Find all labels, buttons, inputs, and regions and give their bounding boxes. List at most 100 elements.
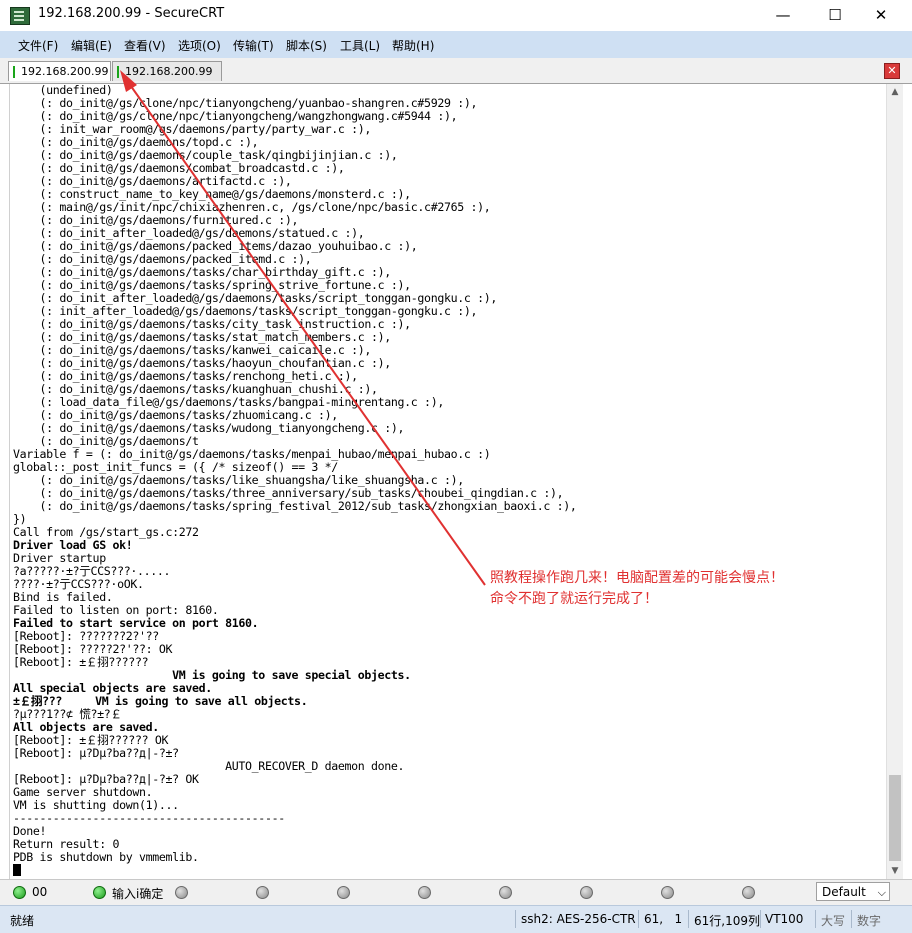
terminal-line: Call from /gs/start_gs.c:272 xyxy=(13,525,199,539)
annotation-note: 照教程操作跑几来！电脑配置差的可能会慢点！ 命令不跑了就运行完成了！ xyxy=(490,568,784,610)
scrollbar-thumb[interactable] xyxy=(889,775,901,861)
terminal-line: (: do_init@/gs/daemons/tasks/renchong_he… xyxy=(13,369,359,383)
menu-file[interactable]: 文件(F) xyxy=(18,37,58,54)
button-bar: 00 输入i确定 Default ⌵ xyxy=(0,879,912,905)
session-select-value: Default xyxy=(822,885,866,899)
status-caps-lock: 大写 xyxy=(821,914,846,928)
securecrt-app-icon xyxy=(10,7,30,25)
session-tab-bar: 192.168.200.99 192.168.200.99 (1) xyxy=(0,58,912,98)
terminal-line: ±￡挧??? VM is going to save all objects. xyxy=(13,694,308,708)
background-window-edge-right xyxy=(903,84,912,880)
menu-transfer[interactable]: 传输(T) xyxy=(233,37,274,54)
connected-indicator-icon xyxy=(13,66,15,78)
session-tab-1[interactable]: 192.168.200.99 xyxy=(8,61,111,81)
terminal-line: (: do_init@/gs/daemons/combat_broadcastd… xyxy=(13,161,345,175)
button-led-icon[interactable] xyxy=(256,886,269,899)
button-led-icon[interactable] xyxy=(175,886,188,899)
button-led-icon[interactable] xyxy=(661,886,674,899)
button-led-icon[interactable] xyxy=(499,886,512,899)
terminal-line: (: do_init@/gs/daemons/tasks/spring_stri… xyxy=(13,278,412,292)
terminal-line: (: do_init@/gs/daemons/tasks/spring_fest… xyxy=(13,499,577,513)
status-divider xyxy=(688,910,689,928)
menu-edit[interactable]: 编辑(E) xyxy=(71,37,112,54)
minimize-button[interactable]: — xyxy=(760,0,806,31)
button-led-icon[interactable] xyxy=(93,886,106,899)
button-led-icon[interactable] xyxy=(580,886,593,899)
button-led-icon[interactable] xyxy=(337,886,350,899)
status-divider xyxy=(815,910,816,928)
terminal-line: ????·±?亍CCS???·oOK. xyxy=(13,577,144,591)
menu-view[interactable]: 查看(V) xyxy=(124,37,166,54)
scroll-down-arrow-icon[interactable]: ▼ xyxy=(887,863,903,879)
status-cipher: ssh2: AES-256-CTR xyxy=(521,912,636,926)
terminal-line: (: construct_name_to_key_name@/gs/daemon… xyxy=(13,187,412,201)
terminal-line: All objects are saved. xyxy=(13,720,159,734)
menu-help[interactable]: 帮助(H) xyxy=(392,37,434,54)
terminal-line: [Reboot]: ±￡挧?????? xyxy=(13,655,149,669)
terminal-line: (: do_init@/gs/clone/npc/tianyongcheng/y… xyxy=(13,96,478,110)
terminal-cursor xyxy=(13,864,21,876)
close-tab-icon[interactable]: ✕ xyxy=(884,63,900,79)
annotation-line-1: 照教程操作跑几来！电脑配置差的可能会慢点！ xyxy=(490,570,784,586)
menu-tools[interactable]: 工具(L) xyxy=(340,37,380,54)
terminal-line: (: do_init@/gs/daemons/tasks/char_birthd… xyxy=(13,265,392,279)
terminal-line: (: do_init@/gs/daemons/tasks/stat_match_… xyxy=(13,330,392,344)
terminal-line: [Reboot]: μ?Dμ?ba??д|-?±? xyxy=(13,746,179,760)
terminal-line: [Reboot]: μ?Dμ?ba??д|-?±? OK xyxy=(13,772,199,786)
terminal-line: Done! xyxy=(13,824,47,838)
terminal-line: PDB is shutdown by vmmemlib. xyxy=(13,850,199,864)
status-cursor-position: 61, 1 xyxy=(644,912,683,926)
terminal-line: Game server shutdown. xyxy=(13,785,153,799)
terminal-line: [Reboot]: ?????2?'??: OK xyxy=(13,642,173,656)
terminal-output[interactable]: (undefined) (: do_init@/gs/clone/npc/tia… xyxy=(10,84,885,879)
close-window-button[interactable]: ✕ xyxy=(858,0,904,31)
terminal-line: (: do_init@/gs/daemons/furnitured.c :), xyxy=(13,213,299,227)
terminal-line: (: do_init@/gs/daemons/tasks/haoyun_chou… xyxy=(13,356,392,370)
terminal-line: (: load_data_file@/gs/daemons/tasks/bang… xyxy=(13,395,445,409)
title-bar: 192.168.200.99 - SecureCRT — ☐ ✕ xyxy=(0,0,912,31)
menu-bar: 文件(F) 编辑(E) 查看(V) 选项(O) 传输(T) 脚本(S) 工具(L… xyxy=(0,31,912,59)
button-led-icon[interactable] xyxy=(418,886,431,899)
terminal-line: global::_post_init_funcs = ({ /* sizeof(… xyxy=(13,460,338,474)
terminal-line: (: do_init@/gs/daemons/t xyxy=(13,434,199,448)
button-bar-label-2[interactable]: 输入i确定 xyxy=(112,885,163,902)
terminal-line: (: do_init@/gs/clone/npc/tianyongcheng/w… xyxy=(13,109,458,123)
button-led-icon[interactable] xyxy=(13,886,26,899)
status-emulation: VT100 xyxy=(765,912,804,926)
terminal-line: (: do_init@/gs/daemons/artifactd.c :), xyxy=(13,174,292,188)
terminal-line: (: do_init@/gs/daemons/topd.c :), xyxy=(13,135,259,149)
status-ready: 就绪 xyxy=(10,914,35,928)
connected-indicator-icon xyxy=(117,66,119,78)
terminal-text: (undefined) (: do_init@/gs/clone/npc/tia… xyxy=(10,84,885,877)
terminal-line: VM is shutting down(1)... xyxy=(13,798,179,812)
window-title: 192.168.200.99 - SecureCRT xyxy=(38,6,225,21)
terminal-line: (: do_init_after_loaded@/gs/daemons/stat… xyxy=(13,226,365,240)
session-select-dropdown[interactable]: Default ⌵ xyxy=(816,882,890,901)
scroll-up-arrow-icon[interactable]: ▲ xyxy=(887,84,903,100)
terminal-line: Driver startup xyxy=(13,551,106,565)
status-num-lock: 数字 xyxy=(857,914,882,928)
status-divider xyxy=(638,910,639,928)
terminal-line: (: do_init@/gs/daemons/tasks/kuanghuan_c… xyxy=(13,382,378,396)
maximize-button[interactable]: ☐ xyxy=(812,0,858,31)
terminal-scrollbar[interactable]: ▲ ▼ xyxy=(886,84,903,879)
annotation-line-2: 命令不跑了就运行完成了！ xyxy=(490,591,658,607)
status-bar: 就绪 ssh2: AES-256-CTR 61, 1 61行,109列 VT10… xyxy=(0,905,912,933)
status-divider xyxy=(515,910,516,928)
terminal-line: (: do_init@/gs/daemons/packed_itemd.c :)… xyxy=(13,252,312,266)
terminal-line: [Reboot]: ???????2?'?? xyxy=(13,629,159,643)
terminal-line: (: do_init@/gs/daemons/tasks/zhuomicang.… xyxy=(13,408,339,422)
terminal-line: Failed to listen on port: 8160. xyxy=(13,603,219,617)
session-tab-2[interactable]: 192.168.200.99 (1) xyxy=(112,61,222,98)
terminal-line: (: do_init@/gs/daemons/tasks/city_task_i… xyxy=(13,317,412,331)
menu-script[interactable]: 脚本(S) xyxy=(286,37,327,54)
menu-options[interactable]: 选项(O) xyxy=(178,37,221,54)
terminal-line: (: do_init_after_loaded@/gs/daemons/task… xyxy=(13,291,498,305)
terminal-line: Driver load GS ok! xyxy=(13,538,133,552)
terminal-line: (: init_war_room@/gs/daemons/party/party… xyxy=(13,122,372,136)
terminal-line: }) xyxy=(13,512,27,526)
terminal-line: (: main@/gs/init/npc/chixiazhenren.c, /g… xyxy=(13,200,491,214)
button-bar-label-1[interactable]: 00 xyxy=(32,885,47,899)
terminal-line: (: do_init@/gs/daemons/packed_items/daza… xyxy=(13,239,418,253)
button-led-icon[interactable] xyxy=(742,886,755,899)
